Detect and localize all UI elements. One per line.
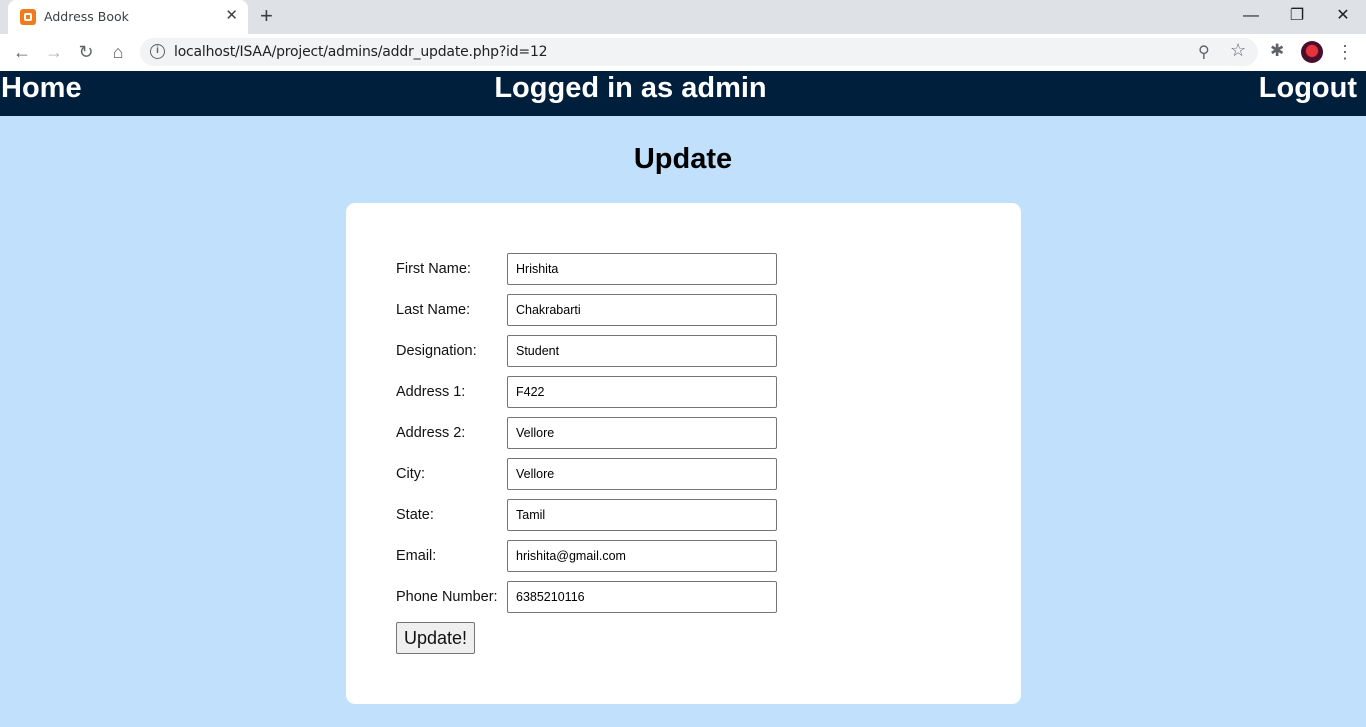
first-name-label: First Name: bbox=[396, 261, 471, 277]
logout-link[interactable]: Logout bbox=[1259, 72, 1357, 105]
forward-arrow-icon[interactable]: → bbox=[42, 40, 66, 64]
logged-in-status: Logged in as admin bbox=[494, 72, 767, 104]
browser-toolbar: ← → ↻ ⌂ i localhost/ISAA/project/admins/… bbox=[0, 34, 1366, 71]
address-1-label: Address 1: bbox=[396, 384, 466, 400]
site-info-icon[interactable]: i bbox=[150, 44, 165, 59]
email-label: Email: bbox=[396, 548, 437, 564]
phone-number-label: Phone Number: bbox=[396, 589, 498, 605]
window-minimize-icon[interactable]: — bbox=[1228, 4, 1274, 28]
window-close-icon[interactable]: ✕ bbox=[1320, 4, 1366, 28]
browser-menu-icon[interactable]: ⋮ bbox=[1336, 40, 1354, 64]
city-label: City: bbox=[396, 466, 425, 482]
tab-title: Address Book bbox=[44, 9, 129, 24]
page-title: Update bbox=[633, 143, 733, 175]
top-navbar: Home Logged in as admin Logout bbox=[0, 71, 1366, 116]
browser-tab[interactable]: Address Book ✕ bbox=[8, 0, 248, 34]
last-name-field[interactable] bbox=[507, 294, 777, 326]
designation-label: Designation: bbox=[396, 343, 477, 359]
bookmark-star-icon[interactable]: ☆ bbox=[1230, 40, 1246, 61]
browser-tabstrip: Address Book ✕ + — ❐ ✕ bbox=[0, 0, 1366, 34]
extensions-puzzle-icon[interactable]: ✱ bbox=[1270, 41, 1284, 61]
address-1-field[interactable] bbox=[507, 376, 777, 408]
city-field[interactable] bbox=[507, 458, 777, 490]
reload-icon[interactable]: ↻ bbox=[74, 40, 98, 64]
home-icon[interactable]: ⌂ bbox=[106, 40, 130, 64]
address-2-label: Address 2: bbox=[396, 425, 466, 441]
phone-number-field[interactable] bbox=[507, 581, 777, 613]
address-2-field[interactable] bbox=[507, 417, 777, 449]
email-field[interactable] bbox=[507, 540, 777, 572]
first-name-field[interactable] bbox=[507, 253, 777, 285]
zoom-icon[interactable]: ⚲ bbox=[1198, 42, 1210, 62]
designation-field[interactable] bbox=[507, 335, 777, 367]
state-label: State: bbox=[396, 507, 434, 523]
update-submit-button[interactable]: Update! bbox=[396, 622, 475, 654]
url-text[interactable]: localhost/ISAA/project/admins/addr_updat… bbox=[174, 44, 548, 60]
window-restore-icon[interactable]: ❐ bbox=[1274, 4, 1320, 28]
xampp-favicon-icon bbox=[20, 9, 36, 25]
new-tab-icon[interactable]: + bbox=[260, 5, 273, 27]
last-name-label: Last Name: bbox=[396, 302, 471, 318]
state-field[interactable] bbox=[507, 499, 777, 531]
update-form-card: First Name: Last Name: Designation: Addr… bbox=[346, 203, 1021, 704]
back-arrow-icon[interactable]: ← bbox=[10, 40, 34, 64]
tab-close-icon[interactable]: ✕ bbox=[225, 8, 238, 24]
profile-avatar[interactable] bbox=[1301, 41, 1323, 63]
address-bar[interactable]: i localhost/ISAA/project/admins/addr_upd… bbox=[140, 38, 1258, 66]
